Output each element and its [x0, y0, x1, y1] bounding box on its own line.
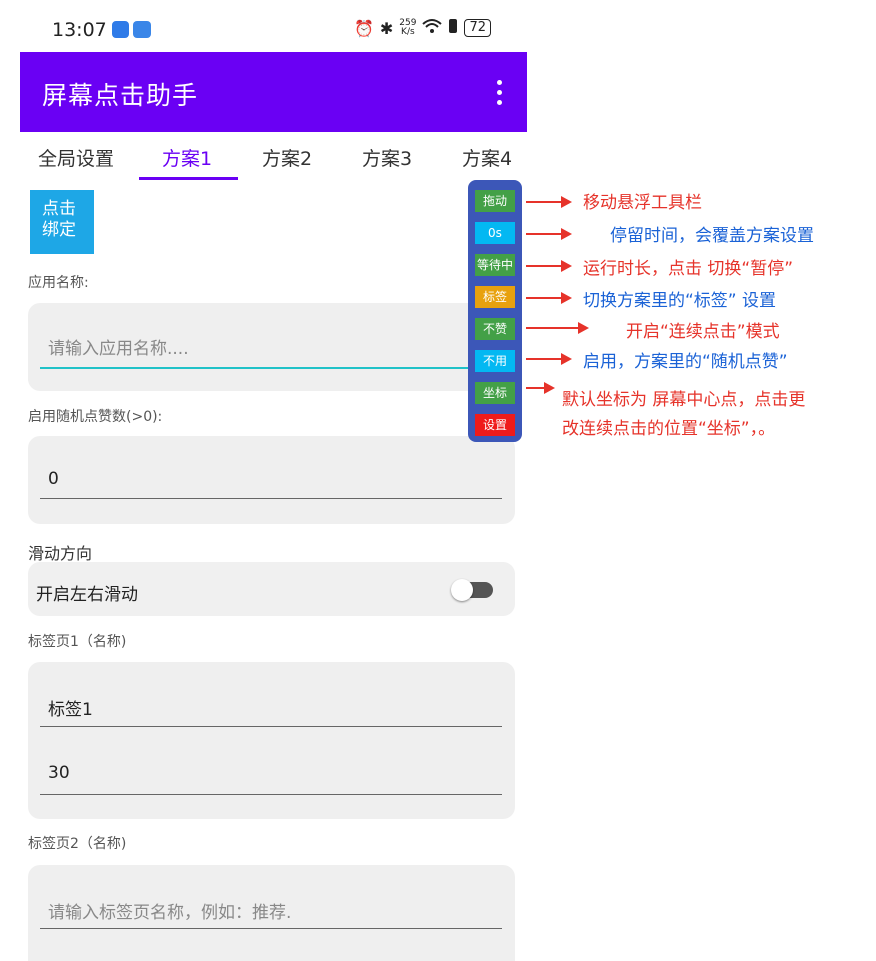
toolbar-settings-button[interactable]: 设置 [475, 414, 515, 436]
tab-plan-4[interactable]: 方案4 [462, 144, 512, 171]
status-bar: 13:07 ⏰ ✱ 259 K/s 72 [20, 0, 527, 52]
toolbar-coordinate-button[interactable]: 坐标 [475, 382, 515, 404]
annotation-stay-time: 停留时间，会覆盖方案设置 [610, 226, 814, 246]
bind-button[interactable]: 点击绑定 [30, 190, 94, 254]
battery-level: 72 [464, 19, 491, 37]
annotation-arrow-1 [526, 196, 572, 208]
swipe-switch-label: 开启左右滑动 [36, 585, 138, 605]
annotation-arrow-5 [526, 322, 589, 334]
status-right-icons: ⏰ ✱ 259 K/s 72 [354, 18, 491, 38]
annotation-continuous-click: 开启“连续点击”模式 [626, 322, 780, 342]
status-time: 13:07 [52, 19, 107, 41]
toolbar-tag-button[interactable]: 标签 [475, 286, 515, 308]
toolbar-random-like-button[interactable]: 不用 [475, 350, 515, 372]
tab-bar: 全局设置 方案1 方案2 方案3 方案4 [20, 132, 527, 182]
bind-button-label: 点击绑定 [42, 199, 76, 240]
annotation-arrow-2 [526, 228, 572, 240]
app-name-label: 应用名称: [28, 275, 89, 291]
app-bar: 屏幕点击助手 [20, 52, 527, 132]
annotation-arrow-3 [526, 260, 572, 272]
wifi-icon [422, 18, 443, 38]
random-like-card: 0 [28, 436, 515, 524]
tab-plan-3[interactable]: 方案3 [362, 144, 412, 171]
swipe-card: 开启左右滑动 [28, 562, 515, 616]
tab-global-settings[interactable]: 全局设置 [38, 144, 114, 171]
random-like-label: 启用随机点赞数(>0): [28, 409, 163, 425]
notification-game-icon [133, 21, 151, 38]
battery-saver-icon [448, 18, 458, 38]
app-name-card: 请输入应用名称.... [28, 303, 515, 391]
tab-page1-label: 标签页1（名称) [28, 634, 127, 650]
tab-page1-number-input[interactable]: 30 [48, 763, 70, 783]
annotation-coordinate-line1: 默认坐标为 屏幕中心点，点击更 [562, 390, 806, 410]
annotation-run-time: 运行时长，点击 切换“暂停” [583, 259, 794, 279]
annotation-arrow-7 [526, 382, 555, 394]
bluetooth-icon: ✱ [379, 18, 394, 38]
app-name-underline [40, 367, 502, 369]
tab-page1-card: 标签1 30 [28, 662, 515, 819]
more-vert-icon[interactable] [487, 76, 511, 108]
floating-toolbar[interactable]: 拖动 0s 等待中 标签 不赞 不用 坐标 设置 [468, 180, 522, 442]
tab-page1-number-underline [40, 794, 502, 795]
alarm-icon: ⏰ [353, 18, 374, 38]
tab-plan-1[interactable]: 方案1 [162, 144, 212, 171]
swipe-switch[interactable] [451, 579, 493, 601]
toolbar-stay-time-button[interactable]: 0s [475, 222, 515, 244]
notification-app-icon [112, 21, 129, 38]
random-like-underline [40, 498, 502, 499]
tab-page1-name-input[interactable]: 标签1 [48, 695, 93, 720]
toolbar-drag-button[interactable]: 拖动 [475, 190, 515, 212]
tab-page2-card: 请输入标签页名称，例如：推荐. [28, 865, 515, 961]
tab-page2-name-input[interactable]: 请输入标签页名称，例如：推荐. [48, 898, 291, 923]
tab-page2-underline [40, 928, 502, 929]
tab-page2-label: 标签页2（名称) [28, 836, 127, 852]
tab-page1-name-underline [40, 726, 502, 727]
app-name-input[interactable]: 请输入应用名称.... [48, 334, 189, 359]
annotation-tag: 切换方案里的“标签” 设置 [583, 291, 777, 311]
toolbar-continuous-click-button[interactable]: 不赞 [475, 318, 515, 340]
annotation-random-like: 启用，方案里的“随机点赞” [583, 352, 788, 372]
net-speed: 259 K/s [399, 19, 416, 37]
tab-indicator [139, 177, 238, 180]
tab-plan-2[interactable]: 方案2 [262, 144, 312, 171]
random-like-input[interactable]: 0 [48, 469, 59, 489]
phone-screen: 13:07 ⏰ ✱ 259 K/s 72 屏幕点击助手 全局设置 方案1 方案2 [20, 0, 527, 961]
annotation-drag: 移动悬浮工具栏 [583, 193, 702, 213]
toolbar-run-status-button[interactable]: 等待中 [475, 254, 515, 276]
annotation-arrow-6 [526, 353, 572, 365]
annotation-coordinate-line2: 改连续点击的位置“坐标”，。 [562, 419, 776, 439]
annotation-arrow-4 [526, 292, 572, 304]
net-speed-unit: K/s [401, 27, 415, 37]
swipe-section-title: 滑动方向 [28, 544, 93, 563]
app-title: 屏幕点击助手 [42, 81, 199, 110]
swipe-switch-thumb [451, 579, 473, 601]
